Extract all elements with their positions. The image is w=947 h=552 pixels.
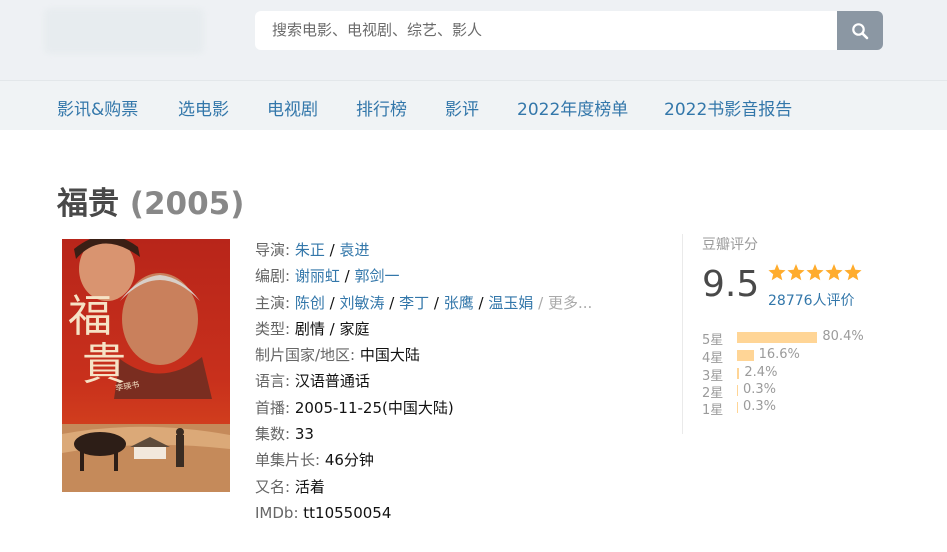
- episodes-value: 33: [294, 425, 314, 444]
- search-icon: [852, 22, 869, 39]
- cast-link[interactable]: 温玉娟: [488, 294, 533, 312]
- country-label: 制片国家/地区:: [255, 346, 356, 365]
- rating-title: 豆瓣评分: [702, 237, 758, 253]
- site-logo[interactable]: [44, 8, 204, 54]
- info-cast: 主演: 陈创 / 刘敏涛 / 李丁 / 张鹰 / 温玉娟 / 更多...: [255, 293, 593, 312]
- writer-link[interactable]: 谢丽虹: [295, 267, 340, 285]
- info-aka: 又名: 活着: [255, 475, 655, 501]
- info-writer: 编剧: 谢丽虹 / 郭剑一: [255, 267, 400, 286]
- nav-item-annual-report[interactable]: 2022书影音报告: [664, 95, 792, 120]
- episodes-label: 集数:: [255, 425, 291, 444]
- rating-stars: [768, 264, 862, 281]
- premiere-value: 2005-11-25(中国大陆): [294, 398, 454, 417]
- nav-item-annual-list[interactable]: 2022年度榜单: [517, 95, 628, 120]
- info-episodes: 集数: 33: [255, 422, 655, 448]
- cast-more-link[interactable]: 更多...: [548, 294, 592, 312]
- search-button[interactable]: [837, 11, 883, 50]
- language-label: 语言:: [255, 372, 291, 391]
- dist-bar: [737, 385, 738, 396]
- poster-art: 福 貴 李瑛书: [62, 239, 230, 492]
- info-runtime: 单集片长: 46分钟: [255, 448, 655, 474]
- country-value: 中国大陆: [359, 346, 420, 365]
- search-input[interactable]: 搜索电影、电视剧、综艺、影人: [255, 11, 837, 50]
- language-value: 汉语普通话: [294, 372, 370, 391]
- nav-item-tickets[interactable]: 影讯&购票: [57, 95, 138, 120]
- nav-item-reviews[interactable]: 影评: [445, 95, 479, 120]
- poster-title-char-1: 福: [68, 291, 112, 342]
- star-icon: [806, 264, 824, 281]
- rating-panel: 豆瓣评分 9.5 28776人评价 5星 80.4% 4星 16.6% 3星 2…: [682, 234, 883, 434]
- info-imdb: IMDb: tt10550054: [255, 501, 655, 527]
- rating-score: 9.5: [702, 264, 760, 305]
- subject-year: (2005): [129, 186, 245, 222]
- info-premiere: 首播: 2005-11-25(中国大陆): [255, 396, 655, 422]
- star-icon: [787, 264, 805, 281]
- cast-link[interactable]: 李丁: [399, 294, 429, 312]
- dist-bar: [737, 402, 738, 413]
- info-language: 语言: 汉语普通话: [255, 369, 655, 395]
- page-title: 福贵 (2005): [57, 178, 244, 223]
- nav-item-charts[interactable]: 排行榜: [356, 95, 407, 120]
- star-icon: [844, 264, 862, 281]
- top-header: 搜索电影、电视剧、综艺、影人: [0, 0, 947, 80]
- dist-pct: 0.3%: [743, 382, 777, 397]
- nav-item-movies[interactable]: 选电影: [178, 95, 229, 120]
- imdb-label: IMDb:: [255, 503, 299, 522]
- info-genre: 类型: 剧情 / 家庭: [255, 319, 370, 338]
- premiere-label: 首播:: [255, 398, 291, 417]
- star-icon: [768, 264, 786, 281]
- writer-label: 编剧:: [255, 267, 291, 286]
- writer-link[interactable]: 郭剑一: [354, 267, 399, 285]
- aka-label: 又名:: [255, 477, 291, 496]
- dist-label: 4星: [702, 351, 724, 366]
- nav-item-tv[interactable]: 电视剧: [267, 95, 318, 120]
- subject-info: 导演: 朱正 / 袁进 编剧: 谢丽虹 / 郭剑一 主演: 陈创 / 刘敏涛 /…: [255, 238, 655, 527]
- dist-pct: 2.4%: [744, 365, 778, 380]
- dist-bar: [737, 332, 818, 343]
- dist-pct: 16.6%: [758, 347, 800, 362]
- dist-label: 1星: [702, 403, 724, 418]
- dist-label: 5星: [702, 333, 724, 348]
- cast-link[interactable]: 陈创: [295, 294, 325, 312]
- runtime-label: 单集片长:: [255, 451, 321, 470]
- dist-pct: 0.3%: [743, 399, 777, 414]
- subject-title: 福贵: [57, 186, 119, 222]
- aka-value: 活着: [294, 477, 325, 496]
- cast-link[interactable]: 张鹰: [444, 294, 474, 312]
- dist-pct: 80.4%: [822, 329, 864, 344]
- rating-votes-link[interactable]: 28776人评价: [768, 290, 855, 310]
- cast-link[interactable]: 刘敏涛: [339, 294, 384, 312]
- star-icon: [825, 264, 843, 281]
- director-link[interactable]: 袁进: [339, 241, 369, 259]
- genre-label: 类型:: [255, 319, 291, 338]
- imdb-value: tt10550054: [303, 503, 392, 522]
- director-link[interactable]: 朱正: [295, 241, 325, 259]
- dist-bar: [737, 368, 740, 379]
- info-director: 导演: 朱正 / 袁进: [255, 241, 370, 259]
- dist-bar: [737, 350, 754, 361]
- genre-value: 剧情: [294, 319, 325, 338]
- genre-value: 家庭: [339, 319, 370, 338]
- poster-image[interactable]: 福 貴 李瑛书: [62, 239, 230, 492]
- main-nav: 影讯&购票 选电影 电视剧 排行榜 影评 2022年度榜单 2022书影音报告: [0, 80, 947, 130]
- info-country: 制片国家/地区: 中国大陆: [255, 343, 655, 369]
- cast-label: 主演:: [255, 293, 291, 312]
- director-label: 导演:: [255, 241, 291, 259]
- runtime-value: 46分钟: [324, 451, 374, 470]
